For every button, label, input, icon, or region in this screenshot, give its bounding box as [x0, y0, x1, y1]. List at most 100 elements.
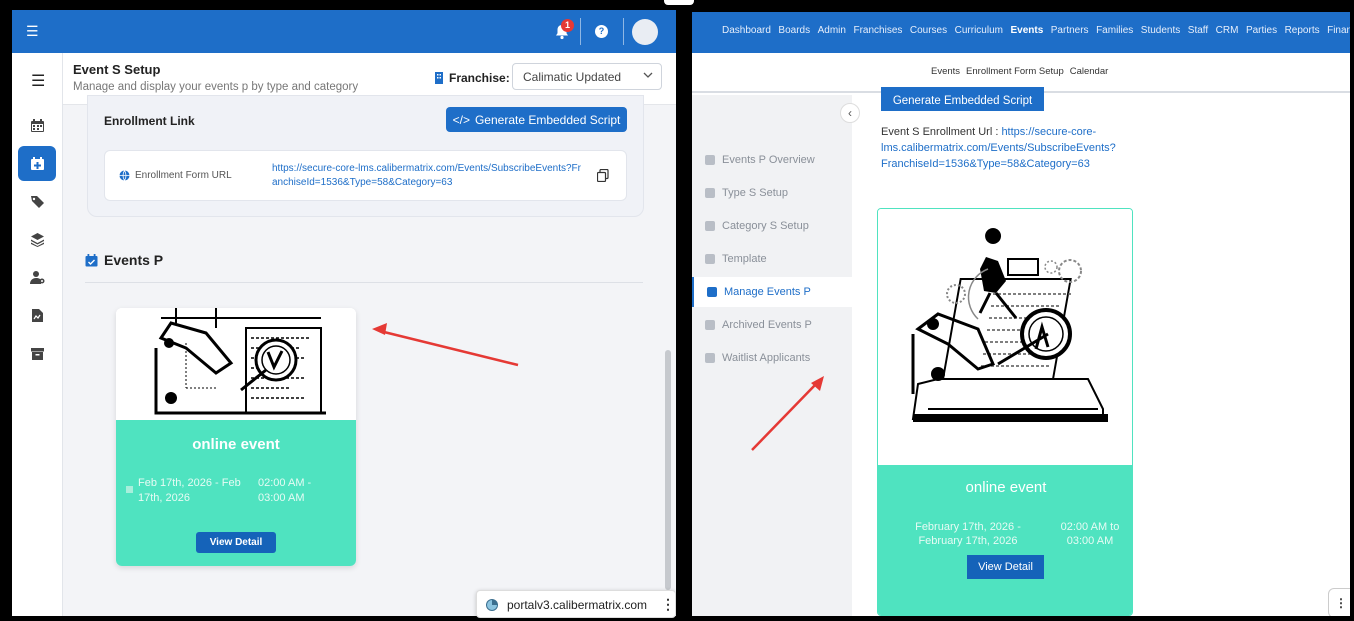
copy-icon[interactable] — [597, 169, 609, 182]
page-subtitle: Manage and display your events p by type… — [73, 81, 359, 93]
top-nav: Dashboard Boards Admin Franchises Courses Cur… — [692, 12, 1350, 53]
divider — [623, 18, 624, 45]
event-card-body: online event Feb 17th, 2026 - Feb 17th, … — [116, 420, 356, 566]
enrollment-title: Enrollment Link — [104, 114, 195, 128]
nav-item-dashboard[interactable]: Dashboard — [722, 25, 771, 36]
tags-icon — [30, 196, 44, 208]
menu-item-icon — [705, 254, 715, 264]
sidebar-item-tags[interactable] — [18, 184, 56, 219]
divider — [580, 18, 581, 45]
sidebar-item-layers[interactable] — [18, 222, 56, 257]
divider-handle — [664, 0, 694, 5]
tooltip-url: portalv3.calibermatrix.com — [507, 598, 648, 612]
enrollment-url-label: Enrollment Form URL — [135, 170, 232, 181]
menu-item-icon — [705, 155, 715, 165]
nav-item-curriculum[interactable]: Curriculum — [955, 25, 1003, 36]
nav-item-franchises[interactable]: Franchises — [853, 25, 902, 36]
enrollment-url-link[interactable]: https://secure-core-lms.calibermatrix.co… — [272, 162, 582, 190]
event-name: online event — [965, 479, 1047, 496]
sidebar-item-events-p-overview[interactable]: Events P Overview — [692, 145, 852, 175]
generate-embedded-script-button[interactable]: </> Generate Embedded Script — [446, 107, 627, 132]
code-icon: </> — [452, 112, 470, 127]
calendar-icon — [30, 119, 44, 132]
event-name: online event — [192, 436, 280, 453]
divider — [85, 282, 643, 283]
sidebar: ☰ — [12, 53, 63, 616]
main-content: Enrollment Link </> Generate Embedded Sc… — [63, 95, 663, 616]
sidebar-item-files[interactable] — [18, 298, 56, 333]
event-image — [878, 209, 1132, 465]
sidebar-item-category-s-setup[interactable]: Category S Setup — [692, 211, 852, 241]
avatar[interactable] — [632, 19, 658, 45]
nav-item-parties[interactable]: Parties — [1246, 25, 1277, 36]
sidebar-item-waitlist-applicants[interactable]: Waitlist Applicants — [692, 343, 852, 373]
tab-events[interactable]: Events — [931, 66, 961, 89]
nav-item-partners[interactable]: Partners — [1051, 25, 1089, 36]
menu-item-icon — [705, 320, 715, 330]
view-detail-button[interactable]: View Detail — [196, 532, 276, 553]
left-window: ☰ 1 ? ☰ Event S Setup Manage and display… — [12, 10, 676, 616]
corner-widget[interactable]: ⋮ — [1328, 588, 1350, 616]
calendar-icon — [126, 486, 133, 493]
nav-item-students[interactable]: Students — [1141, 25, 1180, 36]
help-icon[interactable]: ? — [595, 25, 608, 38]
scrollbar[interactable] — [665, 350, 671, 590]
sidebar-item-manage-events-p[interactable]: Manage Events P — [692, 277, 852, 307]
more-options-icon: ⋮ — [1335, 596, 1347, 610]
sidebar-item-archived-events-p[interactable]: Archived Events P — [692, 310, 852, 340]
globe-icon — [119, 170, 130, 181]
generate-embedded-script-button[interactable]: Generate Embedded Script — [881, 87, 1044, 111]
sidebar-item-events[interactable] — [18, 146, 56, 181]
event-image — [116, 308, 356, 420]
event-card[interactable]: online event February 17th, 2026 - Febru… — [877, 208, 1133, 616]
enrollment-url-block: Event S Enrollment Url : https://secure-… — [881, 124, 1141, 172]
right-window: Dashboard Boards Admin Franchises Courses Cur… — [692, 12, 1350, 616]
sidebar-item-label: Archived Events P — [722, 319, 812, 331]
hamburger-icon[interactable]: ☰ — [26, 24, 39, 38]
archive-icon — [30, 348, 44, 360]
tab-enrollment-form-setup[interactable]: Enrollment Form Setup — [966, 66, 1064, 89]
tab-calendar[interactable]: Calendar — [1070, 66, 1109, 89]
sidebar-item-template[interactable]: Template — [692, 244, 852, 274]
generate-button-label: Generate Embedded Script — [474, 112, 621, 127]
menu-icon[interactable]: ☰ — [31, 71, 45, 91]
event-date: Feb 17th, 2026 - Feb 17th, 2026 — [138, 477, 241, 504]
sidebar-item-label: Waitlist Applicants — [722, 352, 811, 364]
user-settings-icon — [29, 271, 44, 284]
sidebar-item-label: Type S Setup — [722, 187, 789, 199]
events-section-title: Events P — [104, 252, 164, 268]
collapse-sidebar-icon[interactable]: ‹ — [840, 103, 860, 123]
sidebar-item-calendar[interactable] — [18, 108, 56, 143]
more-options-icon[interactable]: ⋮ — [661, 596, 675, 613]
nav-item-financial[interactable]: Financial — [1327, 25, 1350, 36]
event-time: 02:00 AM to 03:00 AM — [1060, 521, 1120, 547]
event-date: February 17th, 2026 - February 17th, 202… — [915, 521, 1021, 547]
event-card[interactable]: online event Feb 17th, 2026 - Feb 17th, … — [116, 308, 356, 566]
menu-item-icon — [705, 221, 715, 231]
sidebar-item-archive[interactable] — [18, 336, 56, 371]
nav-item-boards[interactable]: Boards — [778, 25, 810, 36]
page-title: Event S Setup — [73, 62, 161, 77]
top-app-bar: ☰ 1 ? — [12, 10, 676, 53]
enrollment-url-prefix: Event S Enrollment Url : — [881, 126, 1002, 138]
sidebar-item-label: Category S Setup — [722, 220, 809, 232]
nav-item-families[interactable]: Families — [1096, 25, 1133, 36]
nav-item-events[interactable]: Events — [1010, 25, 1043, 36]
nav-item-admin[interactable]: Admin — [818, 25, 846, 36]
sidebar-item-label: Template — [722, 253, 767, 265]
menu-item-icon — [707, 287, 717, 297]
menu-item-icon — [705, 353, 715, 363]
nav-item-reports[interactable]: Reports — [1285, 25, 1320, 36]
view-detail-button[interactable]: View Detail — [967, 555, 1044, 579]
sidebar-item-label: Events P Overview — [722, 154, 815, 166]
sidebar-item-user-settings[interactable] — [18, 260, 56, 295]
top-nav-items: Dashboard Boards Admin Franchises Courses Cur… — [722, 25, 1350, 36]
event-card-body: online event February 17th, 2026 - Febru… — [878, 465, 1132, 615]
nav-item-courses[interactable]: Courses — [910, 25, 947, 36]
nav-item-staff[interactable]: Staff — [1188, 25, 1208, 36]
franchise-select[interactable]: Calimatic Updated — [512, 63, 662, 90]
calendar-plus-icon — [30, 157, 44, 170]
sidebar-item-type-s-setup[interactable]: Type S Setup — [692, 178, 852, 208]
franchise-label: Franchise: — [449, 71, 510, 85]
nav-item-crm[interactable]: CRM — [1216, 25, 1239, 36]
